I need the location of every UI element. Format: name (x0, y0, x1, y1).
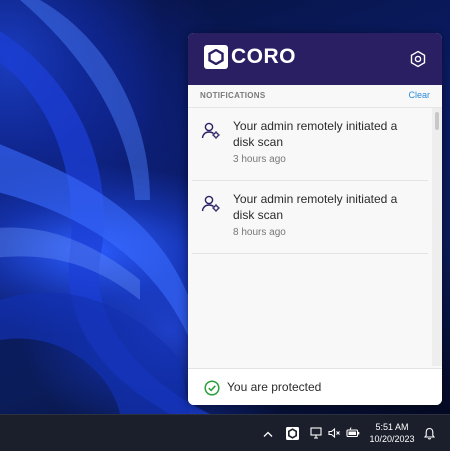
coro-logo-text: CORO (231, 45, 296, 68)
user-gear-icon (201, 195, 220, 212)
notification-message: Your admin remotely initiated a disk sca… (233, 119, 398, 149)
notification-item[interactable]: Your admin remotely initiated a disk sca… (192, 181, 428, 254)
bell-icon[interactable] (424, 427, 435, 440)
taskbar-clock[interactable]: 5:51 AM 10/20/2023 (366, 422, 418, 445)
user-gear-icon (201, 122, 220, 139)
notifications-title: NOTIFICATIONS (200, 91, 266, 100)
battery-icon[interactable] (346, 427, 360, 439)
scrollbar[interactable] (432, 108, 442, 366)
protection-status-text: You are protected (227, 380, 322, 394)
notification-time: 3 hours ago (233, 154, 286, 165)
notification-message: Your admin remotely initiated a disk sca… (233, 192, 398, 222)
notification-list[interactable]: Your admin remotely initiated a disk sca… (188, 108, 442, 378)
chevron-up-icon[interactable] (263, 430, 273, 438)
speaker-muted-icon[interactable] (328, 427, 341, 439)
panel-header: CORO (188, 33, 442, 85)
notification-item[interactable]: Your admin remotely initiated a disk sca… (192, 108, 428, 181)
clock-time: 5:51 AM (375, 422, 409, 432)
protection-status-bar: You are protected (188, 368, 442, 405)
notifications-bar: NOTIFICATIONS Clear (188, 85, 442, 108)
check-circle-icon (204, 380, 220, 396)
taskbar: 5:51 AM 10/20/2023 (0, 414, 450, 451)
scrollbar-thumb[interactable] (435, 112, 439, 130)
notification-time: 8 hours ago (233, 227, 286, 238)
clear-notifications-link[interactable]: Clear (408, 90, 430, 100)
network-icon[interactable] (310, 427, 322, 439)
coro-notification-panel: CORO NOTIFICATIONS Clear Your admin remo… (188, 33, 442, 405)
coro-tray-icon[interactable] (286, 427, 299, 440)
clock-date: 10/20/2023 (369, 434, 415, 444)
settings-hexagon-icon (410, 50, 426, 68)
coro-logo-icon (204, 45, 228, 69)
settings-button[interactable] (408, 49, 428, 69)
